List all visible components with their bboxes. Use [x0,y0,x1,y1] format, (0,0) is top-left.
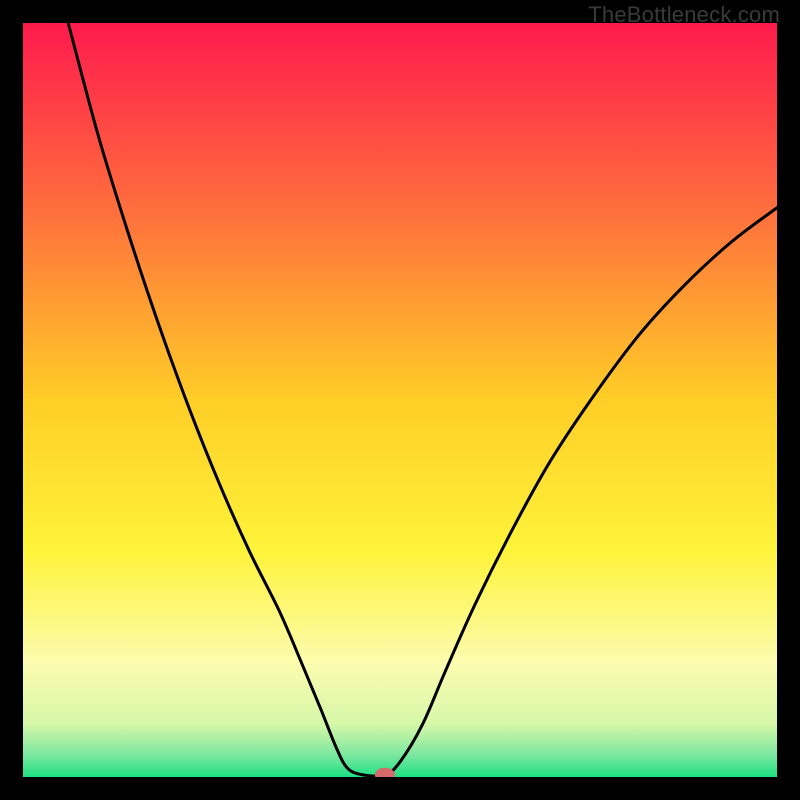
chart-frame: TheBottleneck.com [0,0,800,800]
chart-svg [23,23,777,777]
chart-plot-area [23,23,777,777]
chart-background [23,23,777,777]
